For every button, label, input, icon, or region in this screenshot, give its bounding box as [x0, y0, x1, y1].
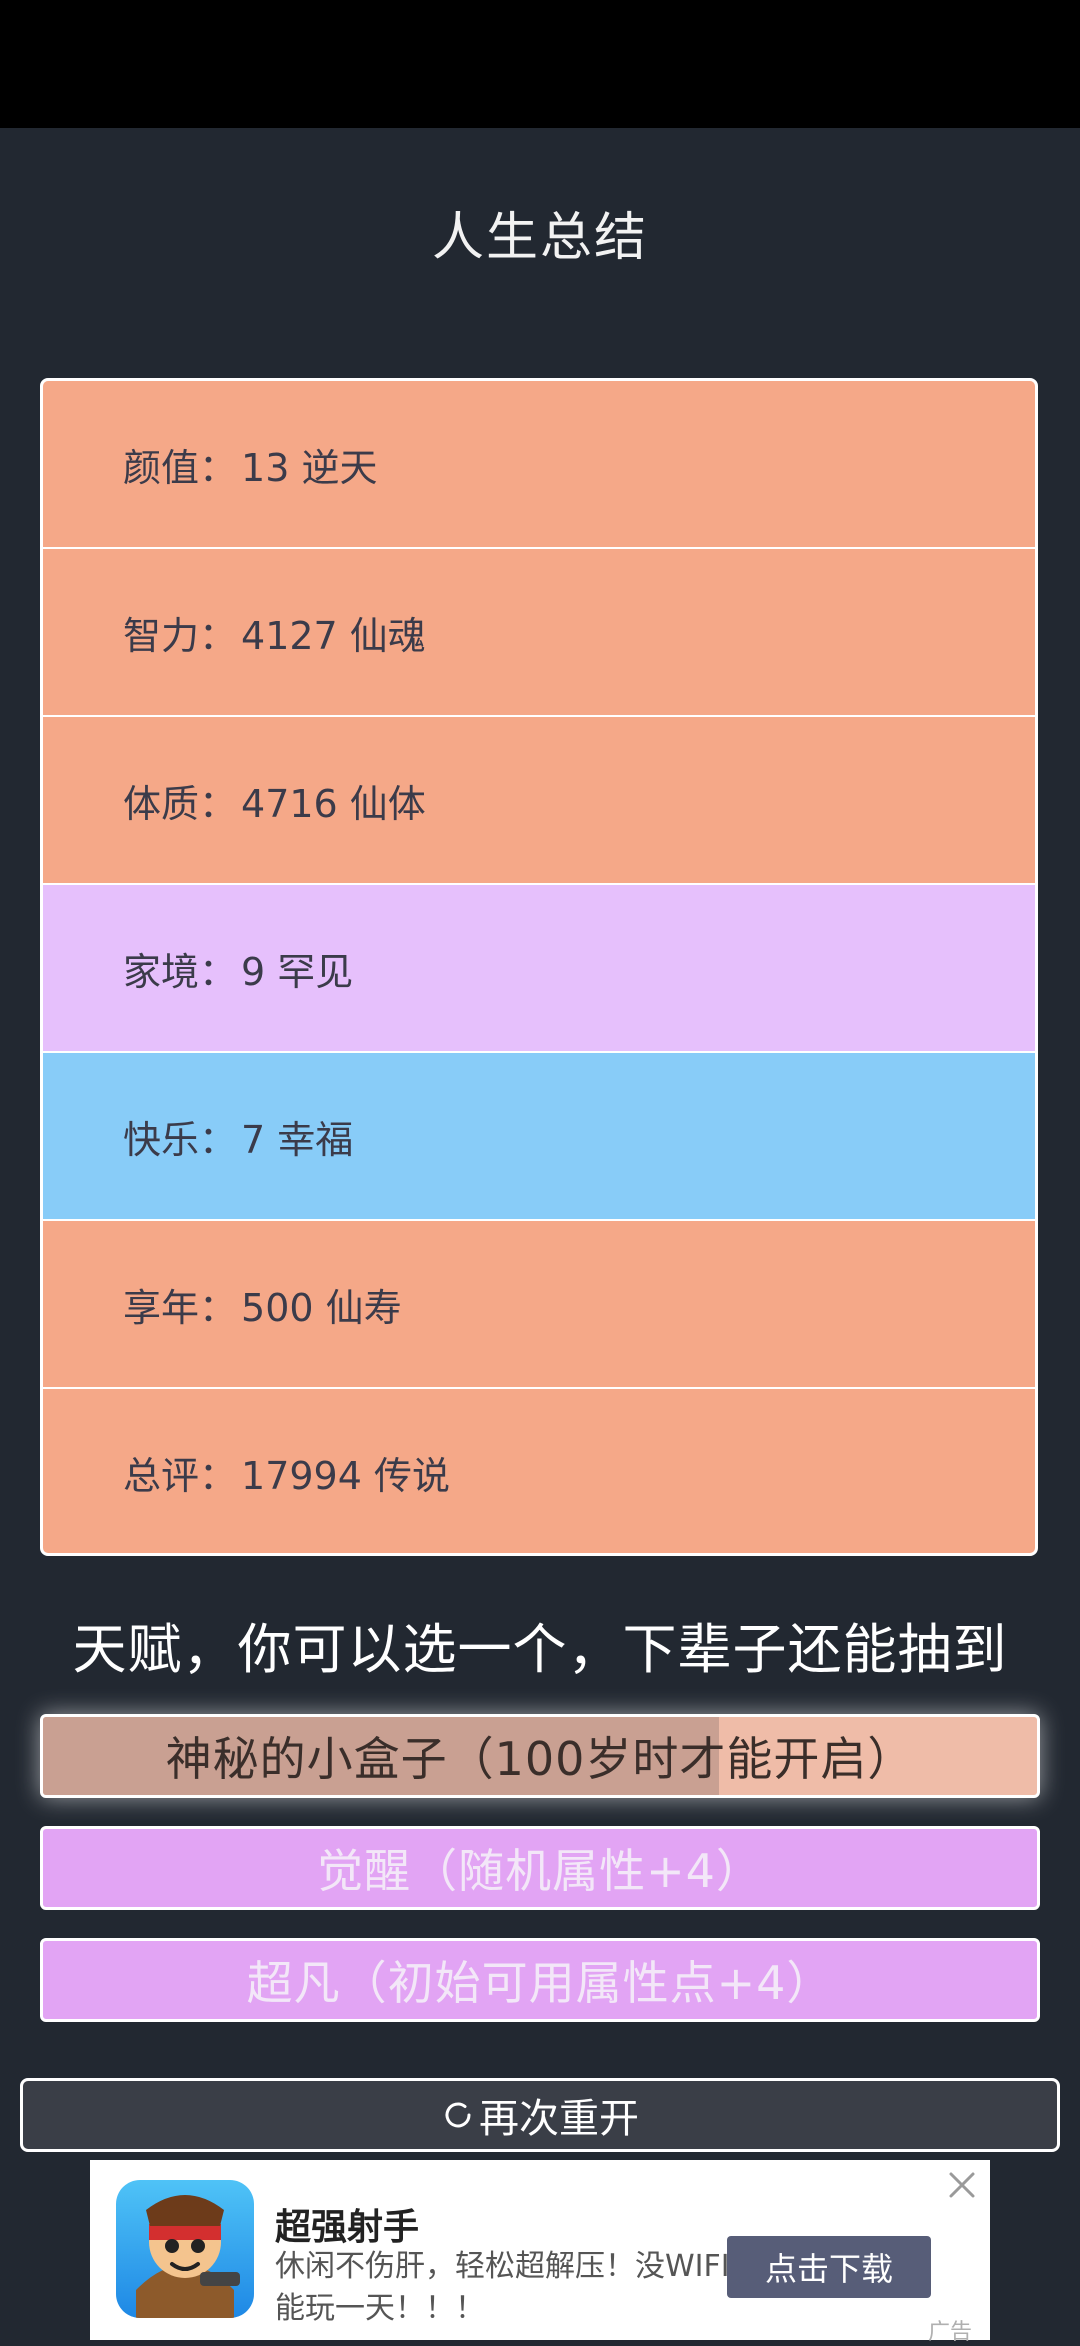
- talent-option-transcend[interactable]: 超凡（初始可用属性点+4）: [40, 1938, 1040, 2022]
- stat-value: 13 逆天: [241, 445, 378, 490]
- status-bar: [0, 0, 1080, 128]
- talent-option-awaken[interactable]: 觉醒（随机属性+4）: [40, 1826, 1040, 1910]
- stat-value: 4127 仙魂: [241, 613, 426, 658]
- stat-label: 享年：: [123, 1285, 238, 1330]
- stat-label: 快乐：: [123, 1117, 238, 1162]
- stat-label: 智力：: [123, 613, 238, 658]
- ad-banner[interactable]: 超强射手 休闲不伤肝，轻松超解压！没WIFI我也能玩一天！！！ 点击下载 广告: [90, 2160, 990, 2345]
- stat-row-family: 家境： 9 罕见: [43, 885, 1035, 1051]
- ad-title: 超强射手: [275, 2207, 420, 2248]
- stat-value: 7 幸福: [241, 1117, 354, 1162]
- stat-value: 9 罕见: [241, 949, 354, 994]
- stat-label: 家境：: [123, 949, 238, 994]
- stat-row-overall: 总评： 17994 传说: [43, 1389, 1035, 1553]
- stat-value: 4716 仙体: [241, 781, 426, 826]
- talent-option-mystery-box[interactable]: 神秘的小盒子（100岁时才能开启）: [40, 1714, 1040, 1798]
- ad-download-button[interactable]: 点击下载: [727, 2236, 931, 2298]
- stat-label: 总评：: [123, 1453, 238, 1498]
- stat-row-intelligence: 智力： 4127 仙魂: [43, 549, 1035, 715]
- ad-tag: 广告: [928, 2320, 973, 2345]
- stats-card: 颜值： 13 逆天 智力： 4127 仙魂 体质： 4716 仙体 家境： 9 罕见 快…: [40, 378, 1038, 1556]
- restart-button[interactable]: 再次重开: [20, 2078, 1060, 2152]
- game-character-icon[interactable]: [116, 2180, 254, 2318]
- restart-label: 再次重开: [479, 2096, 639, 2142]
- page-title: 人生总结: [431, 208, 648, 268]
- stat-row-lifespan: 享年： 500 仙寿: [43, 1221, 1035, 1387]
- stat-row-constitution: 体质： 4716 仙体: [43, 717, 1035, 883]
- stat-value: 500 仙寿: [241, 1285, 402, 1330]
- talent-label: 神秘的小盒子（100岁时才能开启）: [165, 1732, 915, 1786]
- talent-label: 超凡（初始可用属性点+4）: [246, 1956, 834, 2010]
- talent-heading: 天赋，你可以选一个，下辈子还能抽到: [72, 1618, 1008, 1681]
- refresh-icon: [445, 2102, 471, 2128]
- stat-value: 17994 传说: [241, 1453, 450, 1498]
- close-icon[interactable]: [945, 2168, 979, 2202]
- ad-description: 休闲不伤肝，轻松超解压！没WIFI我也能玩一天！！！: [275, 2249, 790, 2326]
- stat-label: 颜值：: [123, 445, 238, 490]
- stat-row-appearance: 颜值： 13 逆天: [43, 381, 1035, 547]
- stat-row-happiness: 快乐： 7 幸福: [43, 1053, 1035, 1219]
- talent-label: 觉醒（随机属性+4）: [317, 1844, 763, 1898]
- stat-label: 体质：: [123, 781, 238, 826]
